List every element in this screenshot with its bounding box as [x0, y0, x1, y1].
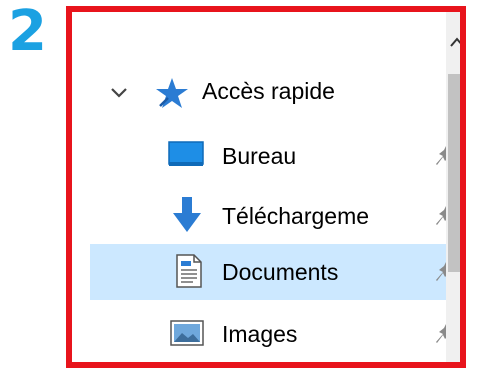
sidebar-item-bureau[interactable]: Bureau [90, 128, 454, 184]
sidebar-item-label: Documents [222, 258, 339, 285]
sidebar-item-label: Images [222, 320, 298, 347]
navigation-pane: Accès rapide Bureau Téléchargeme Documen… [72, 12, 460, 362]
scroll-up-button[interactable] [446, 24, 460, 64]
document-icon [176, 254, 202, 288]
highlight-frame: Accès rapide Bureau Téléchargeme Documen… [66, 6, 466, 368]
step-number: 2 [8, 0, 47, 64]
sidebar-item-telechargements[interactable]: Téléchargeme [90, 188, 454, 244]
quick-access-label[interactable]: Accès rapide [202, 78, 335, 105]
sidebar-item-label: Bureau [222, 142, 297, 169]
chevron-up-icon [449, 35, 460, 53]
chevron-down-icon[interactable] [108, 82, 130, 104]
sidebar-item-label: Téléchargeme [222, 202, 370, 229]
scroll-thumb[interactable] [448, 74, 460, 272]
sidebar-item-images[interactable]: Images [90, 306, 454, 362]
desktop-icon [168, 140, 204, 168]
image-icon [170, 320, 204, 346]
sidebar-item-documents[interactable]: Documents [90, 244, 454, 300]
download-arrow-icon [172, 196, 202, 234]
star-pin-icon [154, 76, 190, 110]
vertical-scrollbar[interactable] [446, 12, 460, 362]
